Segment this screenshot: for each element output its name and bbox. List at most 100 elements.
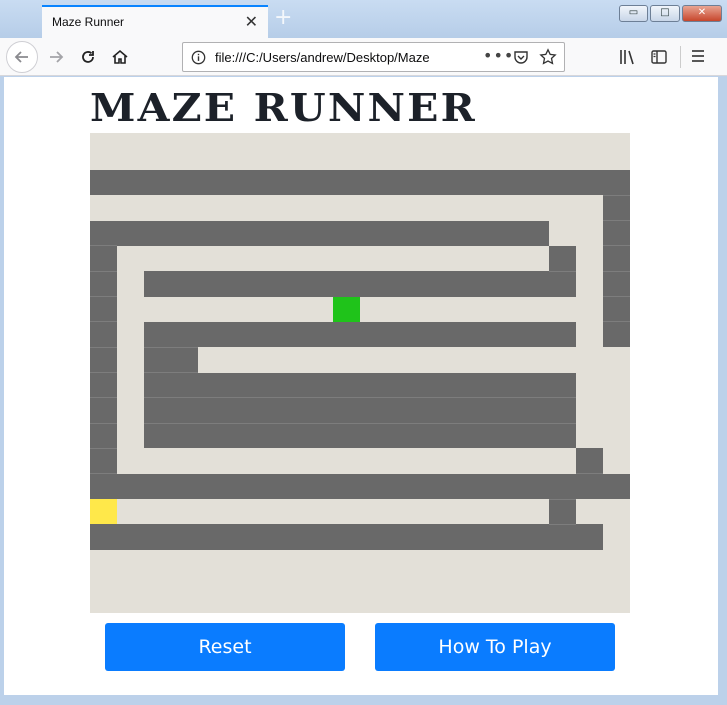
library-icon[interactable] xyxy=(618,48,636,66)
maze-wall xyxy=(90,271,117,297)
maze-wall-seam xyxy=(441,422,468,424)
maze-wall-seam xyxy=(279,397,306,399)
maze-wall xyxy=(90,245,117,272)
back-arrow-icon xyxy=(14,51,28,63)
maze-wall-seam xyxy=(279,422,306,424)
maze-wall-seam xyxy=(549,523,576,525)
maze-wall xyxy=(90,524,603,550)
maze-wall-seam xyxy=(90,245,117,247)
maze-wall-seam xyxy=(171,397,198,399)
maze-wall-seam xyxy=(603,245,630,247)
sidebar-icon[interactable] xyxy=(650,48,668,66)
maze-wall-seam xyxy=(90,346,117,348)
tab-title: Maze Runner xyxy=(52,15,125,29)
maze-wall-seam xyxy=(225,422,252,424)
maze-wall xyxy=(603,296,630,322)
maze-wall xyxy=(603,271,630,297)
forward-button[interactable] xyxy=(40,41,72,73)
maze-wall-seam xyxy=(90,422,117,424)
maze-wall-seam xyxy=(171,346,198,348)
forward-arrow-icon xyxy=(50,51,64,63)
maze-wall xyxy=(90,321,117,348)
maze-wall xyxy=(90,170,630,196)
reload-icon xyxy=(82,51,94,63)
address-bar[interactable]: file:///C:/Users/andrew/Desktop/Maze ••• xyxy=(182,42,565,72)
maze-wall-seam xyxy=(414,422,441,424)
maze-wall xyxy=(90,448,117,474)
maze-wall-seam xyxy=(441,397,468,399)
maze-wall-seam xyxy=(144,372,171,373)
page-actions-icon[interactable]: ••• xyxy=(483,46,514,65)
maze-wall xyxy=(576,448,603,474)
maze-wall-seam xyxy=(549,270,576,272)
maze-wall-seam xyxy=(90,321,117,323)
home-button[interactable] xyxy=(104,41,136,73)
reload-button[interactable] xyxy=(72,41,104,73)
maze-wall xyxy=(90,220,549,246)
maze-wall-seam xyxy=(144,346,171,348)
maze-wall xyxy=(603,321,630,348)
page-title: MAZE RUNNER xyxy=(90,85,477,130)
maze-wall-seam xyxy=(90,447,117,449)
maze-wall-seam xyxy=(171,422,198,424)
maze-wall-seam xyxy=(603,194,630,196)
maximize-button[interactable]: □ xyxy=(650,5,680,22)
maze-wall-seam xyxy=(387,422,414,424)
maze-wall-seam xyxy=(414,397,441,399)
info-icon[interactable] xyxy=(191,50,206,65)
maze-wall-seam xyxy=(198,397,225,399)
maze-wall xyxy=(144,347,198,373)
maze-wall-seam xyxy=(549,422,576,424)
hamburger-menu-icon[interactable] xyxy=(690,48,706,64)
maze-wall xyxy=(90,347,117,373)
maze-wall xyxy=(549,245,576,272)
maze-wall-seam xyxy=(90,397,117,399)
maze-wall-seam xyxy=(333,422,360,424)
maze-wall-seam xyxy=(468,422,495,424)
maze-wall-seam xyxy=(603,270,630,272)
reset-button[interactable]: Reset xyxy=(105,623,345,671)
maze-wall-seam xyxy=(387,397,414,399)
maze-wall-seam xyxy=(90,473,117,475)
navigation-toolbar: file:///C:/Users/andrew/Desktop/Maze ••• xyxy=(0,38,727,76)
window-titlebar: Maze Runner ✕ + ▭ □ ✕ xyxy=(0,0,727,38)
maze-wall-seam xyxy=(252,397,279,399)
maze-wall-seam xyxy=(522,397,549,399)
maze-wall-seam xyxy=(603,296,630,298)
maximize-icon: □ xyxy=(660,7,670,18)
maze-wall-seam xyxy=(144,397,171,399)
maze-wall xyxy=(144,397,576,424)
browser-tab[interactable]: Maze Runner ✕ xyxy=(42,5,268,38)
maze-wall-seam xyxy=(549,498,576,500)
maze-wall-seam xyxy=(549,397,576,399)
new-tab-button[interactable]: + xyxy=(274,5,292,30)
goal-tile xyxy=(333,296,360,322)
maze-wall-seam xyxy=(171,372,198,373)
minimize-button[interactable]: ▭ xyxy=(619,5,648,22)
maze-wall-seam xyxy=(252,422,279,424)
maze-wall xyxy=(90,397,117,424)
page-viewport: MAZE RUNNER Reset How To Play xyxy=(4,77,718,695)
maze-wall xyxy=(144,321,576,348)
close-window-button[interactable]: ✕ xyxy=(682,5,722,22)
toolbar-separator xyxy=(680,46,681,68)
pocket-icon[interactable] xyxy=(513,49,529,65)
maze-wall-seam xyxy=(306,397,333,399)
maze-wall-seam xyxy=(198,422,225,424)
maze-wall-seam xyxy=(360,397,387,399)
tab-close-icon[interactable]: ✕ xyxy=(245,12,258,31)
maze-wall-seam xyxy=(603,220,630,222)
how-to-play-button[interactable]: How To Play xyxy=(375,623,615,671)
bookmark-star-icon[interactable] xyxy=(539,48,557,66)
maze-wall-seam xyxy=(495,422,522,424)
close-icon: ✕ xyxy=(697,7,707,18)
maze-wall-seam xyxy=(603,321,630,323)
maze-wall xyxy=(90,296,117,322)
maze-wall-seam xyxy=(360,422,387,424)
player-tile xyxy=(90,499,117,525)
maze-wall-seam xyxy=(576,473,603,475)
url-text[interactable]: file:///C:/Users/andrew/Desktop/Maze xyxy=(215,50,445,65)
back-button[interactable] xyxy=(6,41,38,73)
maze-wall-seam xyxy=(468,397,495,399)
maze-wall xyxy=(549,499,576,525)
